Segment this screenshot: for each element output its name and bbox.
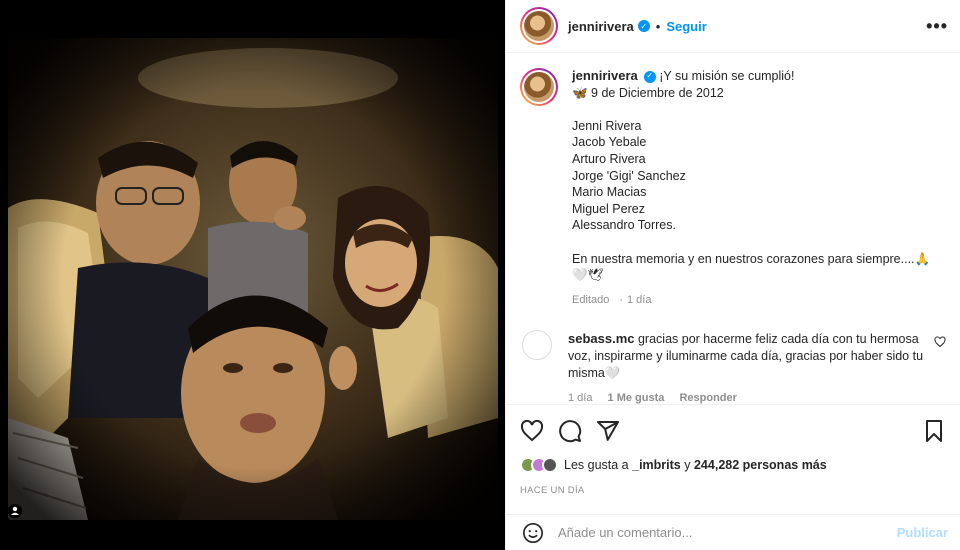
author-username[interactable]: jennirivera — [568, 19, 634, 34]
add-comment-bar: Publicar — [506, 514, 960, 550]
heart-icon[interactable] — [520, 419, 544, 443]
follow-button[interactable]: Seguir — [666, 19, 706, 34]
bookmark-icon[interactable] — [922, 419, 946, 443]
caption-author-avatar[interactable] — [520, 68, 558, 106]
author-avatar[interactable] — [520, 7, 558, 45]
likes-summary: Les gusta a _imbrits y 244,282 personas … — [520, 457, 946, 473]
posted-time[interactable]: HACE UN DÍA — [520, 485, 946, 496]
liker-username[interactable]: _imbrits — [632, 458, 681, 472]
comment-input[interactable] — [558, 525, 897, 540]
comments-section[interactable]: jennirivera ✓ ¡Y su misión se cumplió! 🦋 … — [506, 54, 960, 404]
post-photo[interactable] — [8, 38, 498, 520]
user-tag-icon[interactable] — [8, 504, 22, 518]
comment-time[interactable]: 1 día — [568, 392, 592, 404]
caption-date: 🦋 9 de Diciembre de 2012 — [572, 85, 724, 100]
post-caption: jennirivera ✓ ¡Y su misión se cumplió! 🦋 … — [520, 68, 946, 308]
caption-hearts: 🤍🕊 — [572, 268, 604, 283]
caption-username[interactable]: jennirivera — [572, 68, 638, 83]
caption-name: Alessandro Torres. — [572, 218, 676, 233]
likes-middle: y — [684, 458, 691, 472]
commenter-username[interactable]: sebass.mc — [568, 331, 635, 346]
comment-item: sebass.mc gracias por hacerme feliz cada… — [520, 330, 946, 404]
liker-avatars[interactable] — [520, 457, 558, 473]
caption-time[interactable]: 1 día — [627, 294, 651, 306]
caption-meta: Editado · 1 día — [572, 293, 652, 306]
post-header: jennirivera ✓ • Seguir ••• — [506, 0, 960, 53]
caption-text: ¡Y su misión se cumplió! — [659, 69, 795, 83]
caption-closing: En nuestra memoria y en nuestros corazon… — [572, 251, 931, 266]
caption-name: Jacob Yebale — [572, 135, 647, 150]
more-options-button[interactable]: ••• — [926, 16, 948, 37]
caption-name: Mario Macias — [572, 185, 647, 200]
reply-button[interactable]: Responder — [679, 392, 736, 404]
comment-likes[interactable]: 1 Me gusta — [608, 392, 665, 404]
caption-name: Jorge 'Gigi' Sanchez — [572, 168, 686, 183]
post-actions: Les gusta a _imbrits y 244,282 personas … — [506, 404, 960, 496]
comment-heart-icon[interactable] — [934, 336, 946, 348]
share-icon[interactable] — [596, 419, 620, 443]
liker-avatar — [542, 457, 558, 473]
caption-name: Miguel Perez — [572, 201, 645, 216]
emoji-icon[interactable] — [522, 522, 544, 544]
edited-label: Editado — [572, 293, 610, 306]
caption-name: Arturo Rivera — [572, 151, 646, 166]
verified-badge-icon: ✓ — [643, 70, 656, 83]
comment-icon[interactable] — [558, 419, 582, 443]
separator-dot: • — [655, 18, 661, 34]
post-panel: jennirivera ✓ • Seguir ••• jennirivera ✓ … — [505, 0, 960, 550]
publish-button[interactable]: Publicar — [897, 525, 948, 540]
commenter-avatar[interactable] — [522, 330, 552, 361]
caption-name: Jenni Rivera — [572, 118, 642, 133]
likes-count[interactable]: 244,282 personas más — [694, 458, 827, 472]
post-media[interactable] — [0, 0, 505, 550]
likes-prefix: Les gusta a — [564, 458, 629, 472]
verified-badge-icon: ✓ — [637, 20, 650, 32]
